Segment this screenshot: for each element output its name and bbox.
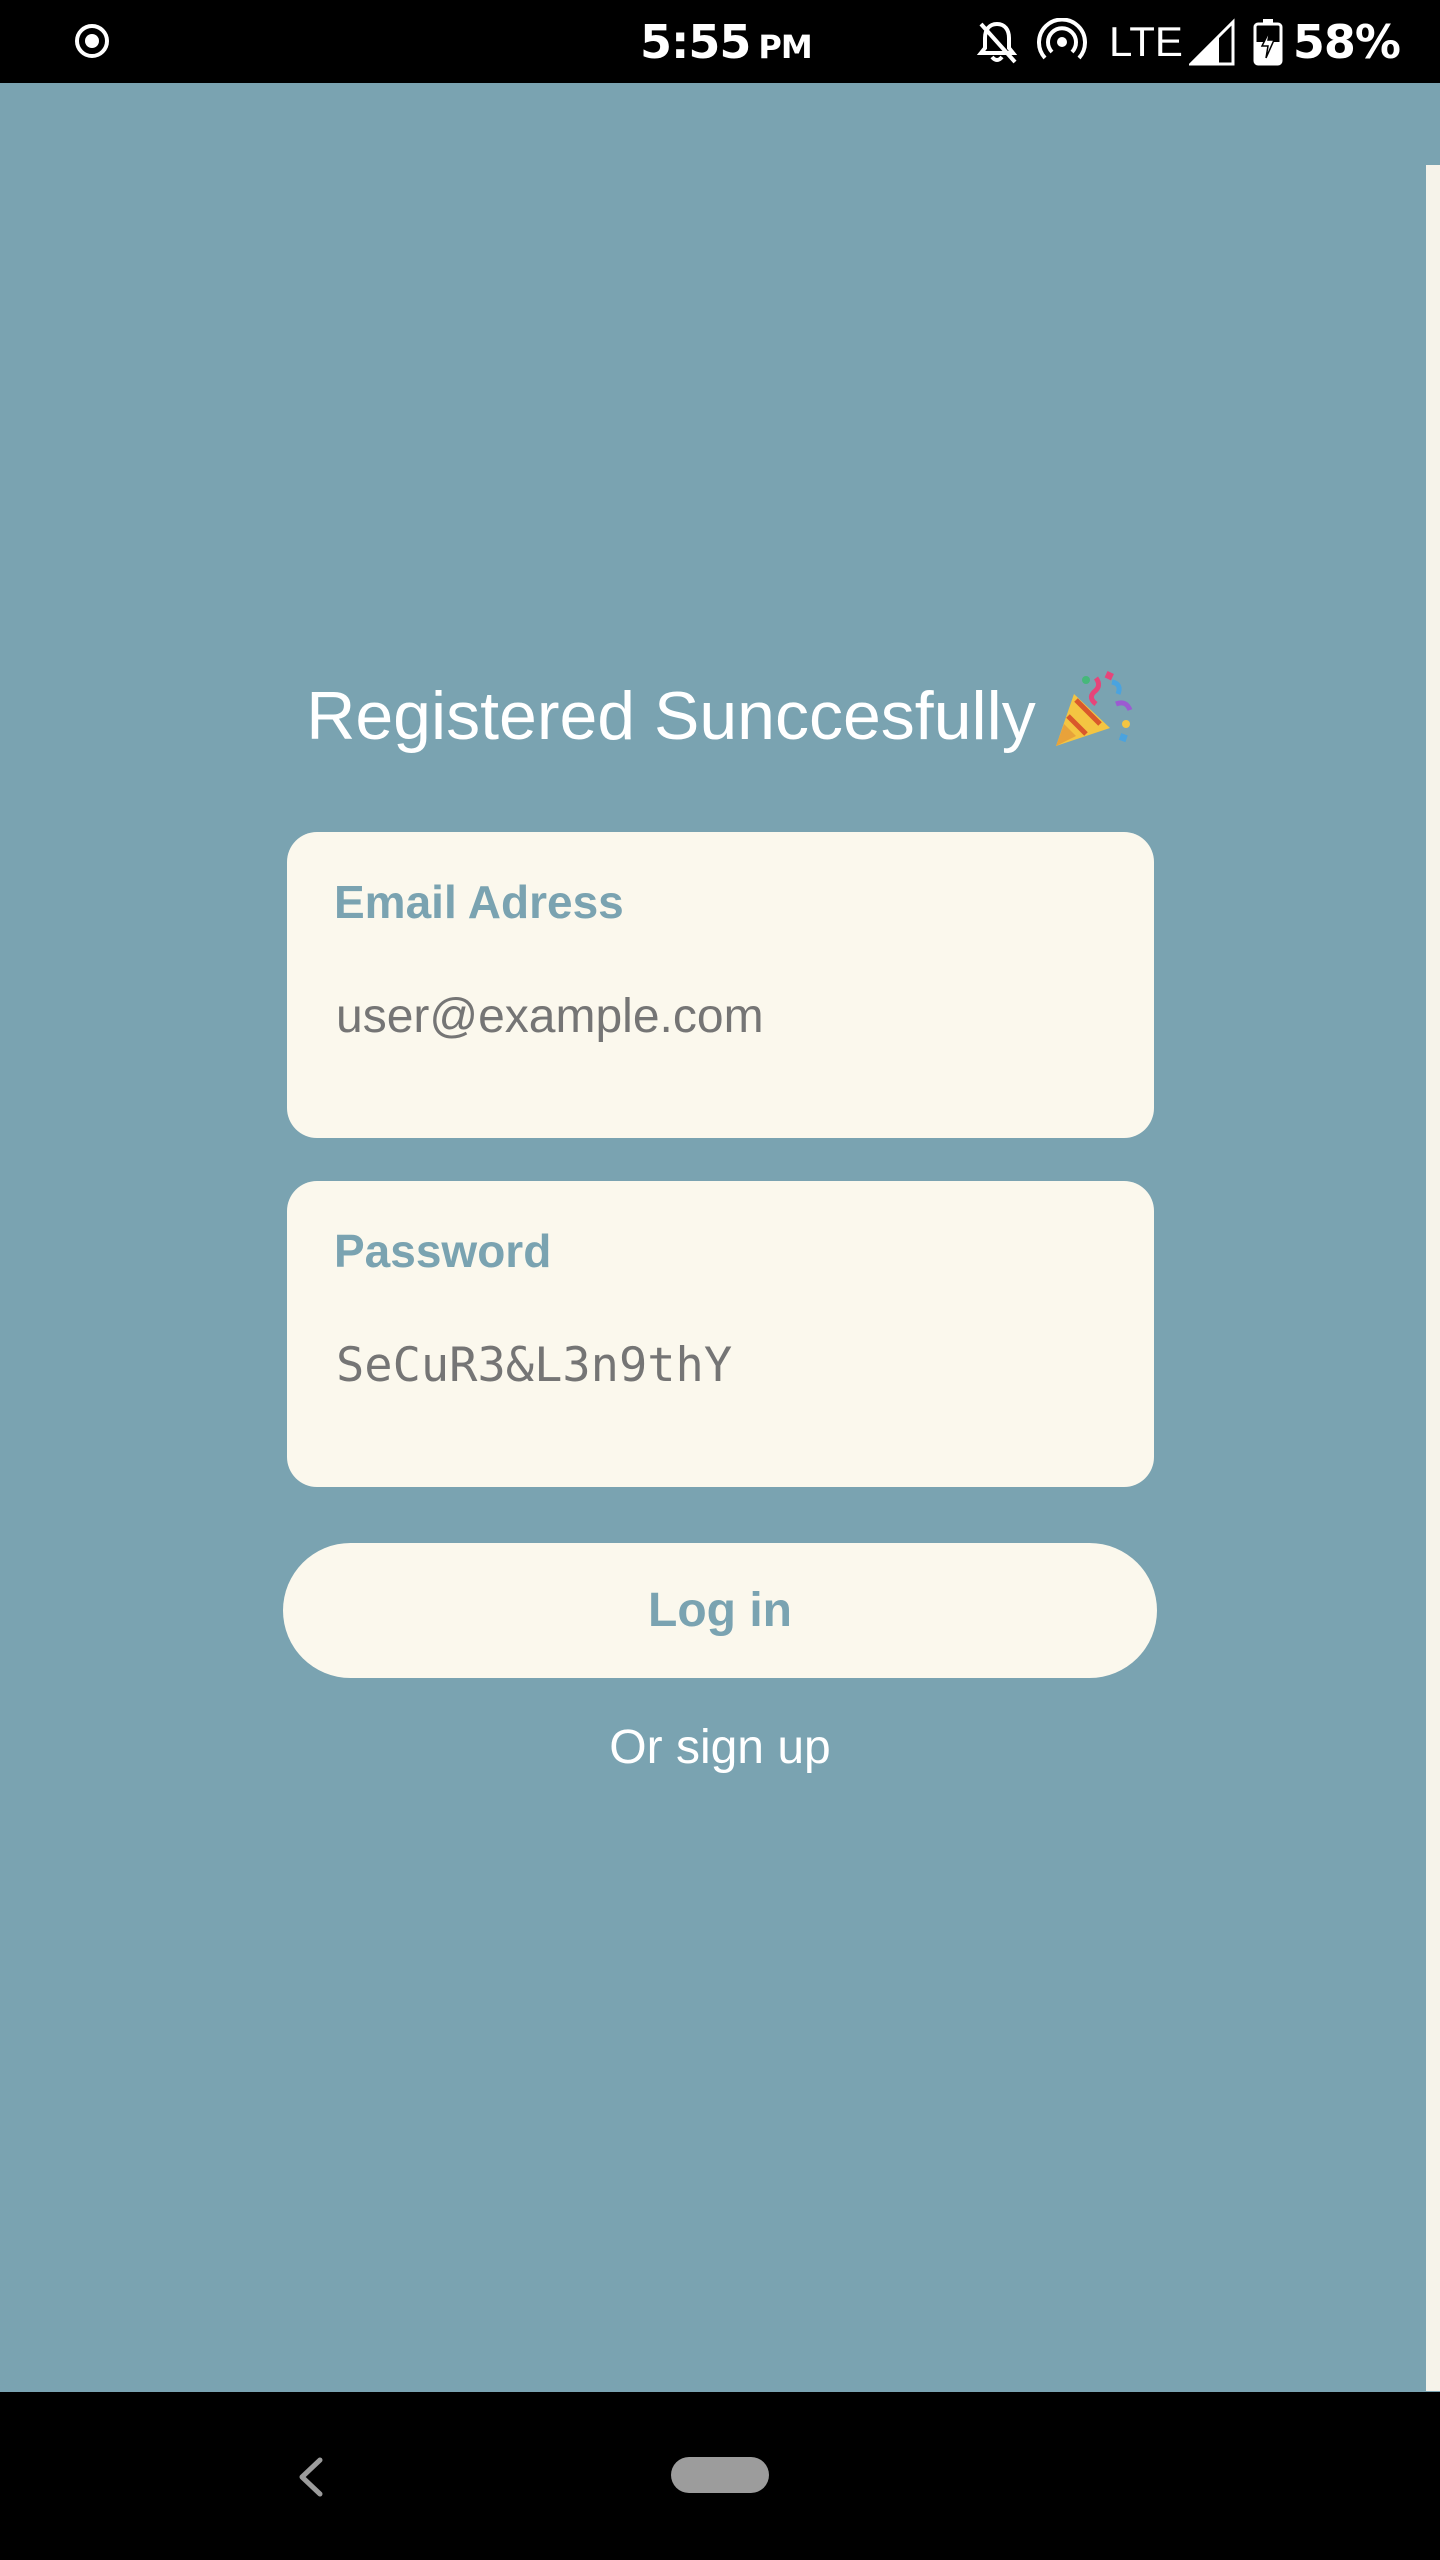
scrollbar[interactable] [1426,165,1440,2391]
home-button[interactable] [671,2457,769,2493]
status-time: 5:55 PM [640,12,813,77]
signal-icon [1188,18,1235,66]
bell-off-icon [976,21,1018,64]
page-title: Registered Sunccesfully [0,670,1440,772]
status-icons: LTE 58% [957,12,1401,72]
record-icon [75,24,109,58]
navigation-bar [0,2392,1440,2560]
email-field[interactable]: Email Adress [287,832,1154,1138]
party-popper-icon [1050,670,1134,772]
password-label: Password [334,1225,552,1277]
email-input[interactable] [336,987,1096,1047]
signup-link[interactable]: Or sign up [0,1715,1440,1781]
hotspot-icon [1037,18,1087,60]
battery-percentage: 58% [1292,15,1401,69]
network-type: LTE [1108,18,1183,65]
status-time-value: 5:55 [640,15,751,69]
login-button[interactable]: Log in [283,1543,1157,1678]
page-title-text: Registered Sunccesfully [306,677,1036,754]
email-label: Email Adress [334,876,624,928]
password-input[interactable] [336,1336,1096,1396]
back-icon[interactable] [290,2452,330,2502]
password-field[interactable]: Password [287,1181,1154,1487]
battery-charging-icon [1253,19,1283,66]
status-ampm: PM [758,28,812,66]
status-bar: 5:55 PM LTE 58% [0,0,1440,83]
